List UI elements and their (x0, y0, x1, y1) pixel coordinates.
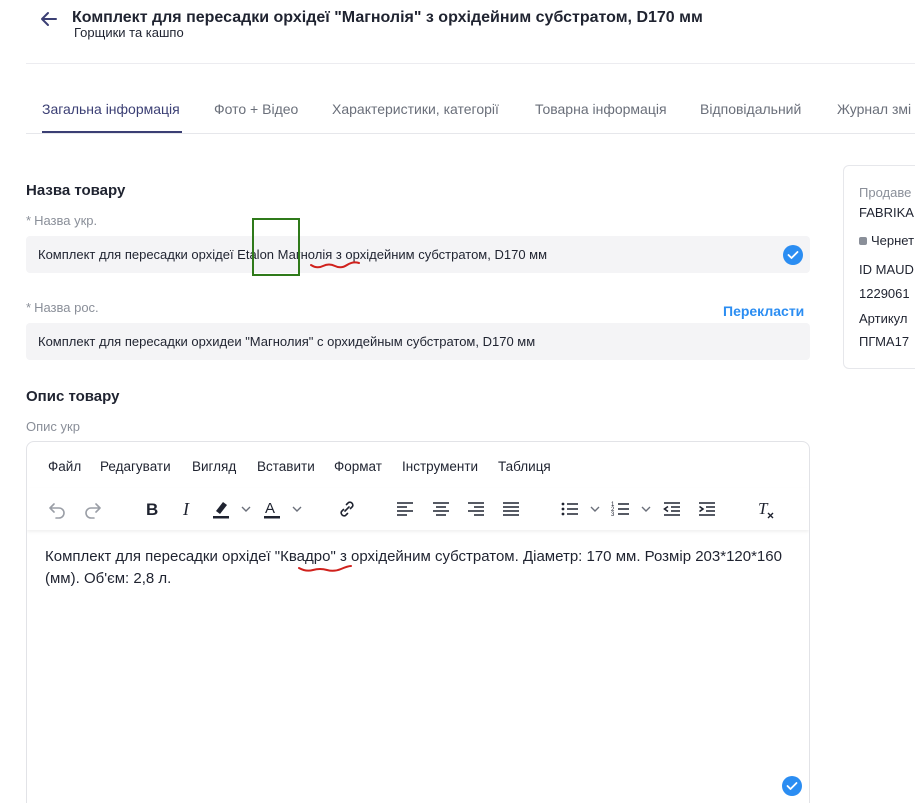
tab-bar: Загальна інформація Фото + Відео Характе… (26, 88, 915, 134)
page-subtitle: Горщики та кашпо (74, 25, 184, 40)
tab-general-info[interactable]: Загальна інформація (42, 101, 180, 117)
outdent-icon[interactable] (661, 498, 683, 520)
description-ukr-label: Опис укр (26, 419, 80, 434)
product-name-section-title: Назва товару (26, 182, 126, 199)
annotation-box (252, 218, 300, 276)
ukr-name-label: * Назва укр. (26, 213, 98, 228)
menu-view[interactable]: Вигляд (192, 459, 236, 474)
link-icon[interactable] (336, 498, 358, 520)
translate-button[interactable]: Перекласти (723, 303, 804, 319)
article-label: Артикул (859, 311, 908, 326)
header-divider (26, 63, 915, 64)
tab-journal[interactable]: Журнал змі (837, 101, 911, 117)
menu-tools[interactable]: Інструменти (402, 459, 478, 474)
article-value: ПГМА17 (859, 334, 910, 349)
clear-formatting-icon[interactable]: T (755, 498, 777, 520)
menu-table[interactable]: Таблиця (498, 459, 551, 474)
menu-edit[interactable]: Редагувати (100, 459, 171, 474)
chevron-down-icon[interactable] (641, 504, 651, 514)
tab-photo-video[interactable]: Фото + Відео (214, 101, 298, 117)
status-badge: Чернет (859, 233, 914, 248)
align-center-icon[interactable] (430, 498, 452, 520)
menu-format[interactable]: Формат (334, 459, 382, 474)
svg-text:3: 3 (611, 512, 615, 518)
svg-text:T: T (758, 499, 769, 518)
id-value: 1229061 (859, 286, 910, 301)
editor-content[interactable]: Комплект для пересадки орхідеї "Квадро" … (45, 546, 785, 590)
bold-icon[interactable]: B (141, 498, 163, 520)
menu-insert[interactable]: Вставити (257, 459, 315, 474)
svg-text:I: I (182, 499, 190, 519)
bullet-list-icon[interactable] (559, 498, 581, 520)
spellcheck-underline (298, 565, 352, 572)
menu-file[interactable]: Файл (48, 459, 81, 474)
text-color-icon[interactable]: A (261, 498, 283, 520)
editor-toolbar: B I A 123 T (27, 488, 809, 530)
numbered-list-icon[interactable]: 123 (610, 498, 632, 520)
rich-text-editor: Файл Редагувати Вигляд Вставити Формат І… (26, 441, 810, 803)
chevron-down-icon[interactable] (590, 504, 600, 514)
active-tab-indicator (42, 131, 182, 133)
editor-menubar: Файл Редагувати Вигляд Вставити Формат І… (27, 442, 809, 488)
page-header: Комплект для пересадки орхідеї "Магнолія… (0, 0, 915, 64)
ukr-name-valid-check-icon (783, 245, 803, 265)
indent-icon[interactable] (696, 498, 718, 520)
tab-characteristics[interactable]: Характеристики, категорії (332, 101, 499, 117)
redo-icon[interactable] (82, 498, 104, 520)
rus-name-input[interactable]: Комплект для пересадки орхидеи "Магнолия… (26, 323, 810, 360)
seller-info-card: Продаве FABRIKA Чернет ID MAUD 1229061 А… (843, 165, 915, 369)
tab-responsible[interactable]: Відповідальний (700, 101, 801, 117)
spellcheck-underline (310, 261, 360, 269)
highlight-color-icon[interactable] (210, 498, 232, 520)
rus-name-label: * Назва рос. (26, 300, 99, 315)
chevron-down-icon[interactable] (292, 504, 302, 514)
chevron-down-icon[interactable] (241, 504, 251, 514)
back-arrow-icon[interactable] (38, 8, 60, 30)
align-left-icon[interactable] (394, 498, 416, 520)
required-star: * (26, 213, 32, 228)
description-section-title: Опис товару (26, 388, 120, 405)
undo-icon[interactable] (46, 498, 68, 520)
svg-text:A: A (265, 500, 275, 517)
italic-icon[interactable]: I (176, 498, 198, 520)
seller-label: Продаве (859, 185, 912, 200)
align-justify-icon[interactable] (500, 498, 522, 520)
tab-product-info[interactable]: Товарна інформація (535, 101, 667, 117)
status-dot (859, 237, 867, 245)
required-star: * (26, 300, 32, 315)
id-label: ID MAUD (859, 262, 914, 277)
align-right-icon[interactable] (465, 498, 487, 520)
description-valid-check-icon (782, 776, 802, 796)
seller-value: FABRIKA (859, 205, 914, 220)
ukr-name-input[interactable]: Комплект для пересадки орхідеї Etalon Ма… (26, 236, 810, 273)
svg-text:B: B (146, 500, 158, 519)
